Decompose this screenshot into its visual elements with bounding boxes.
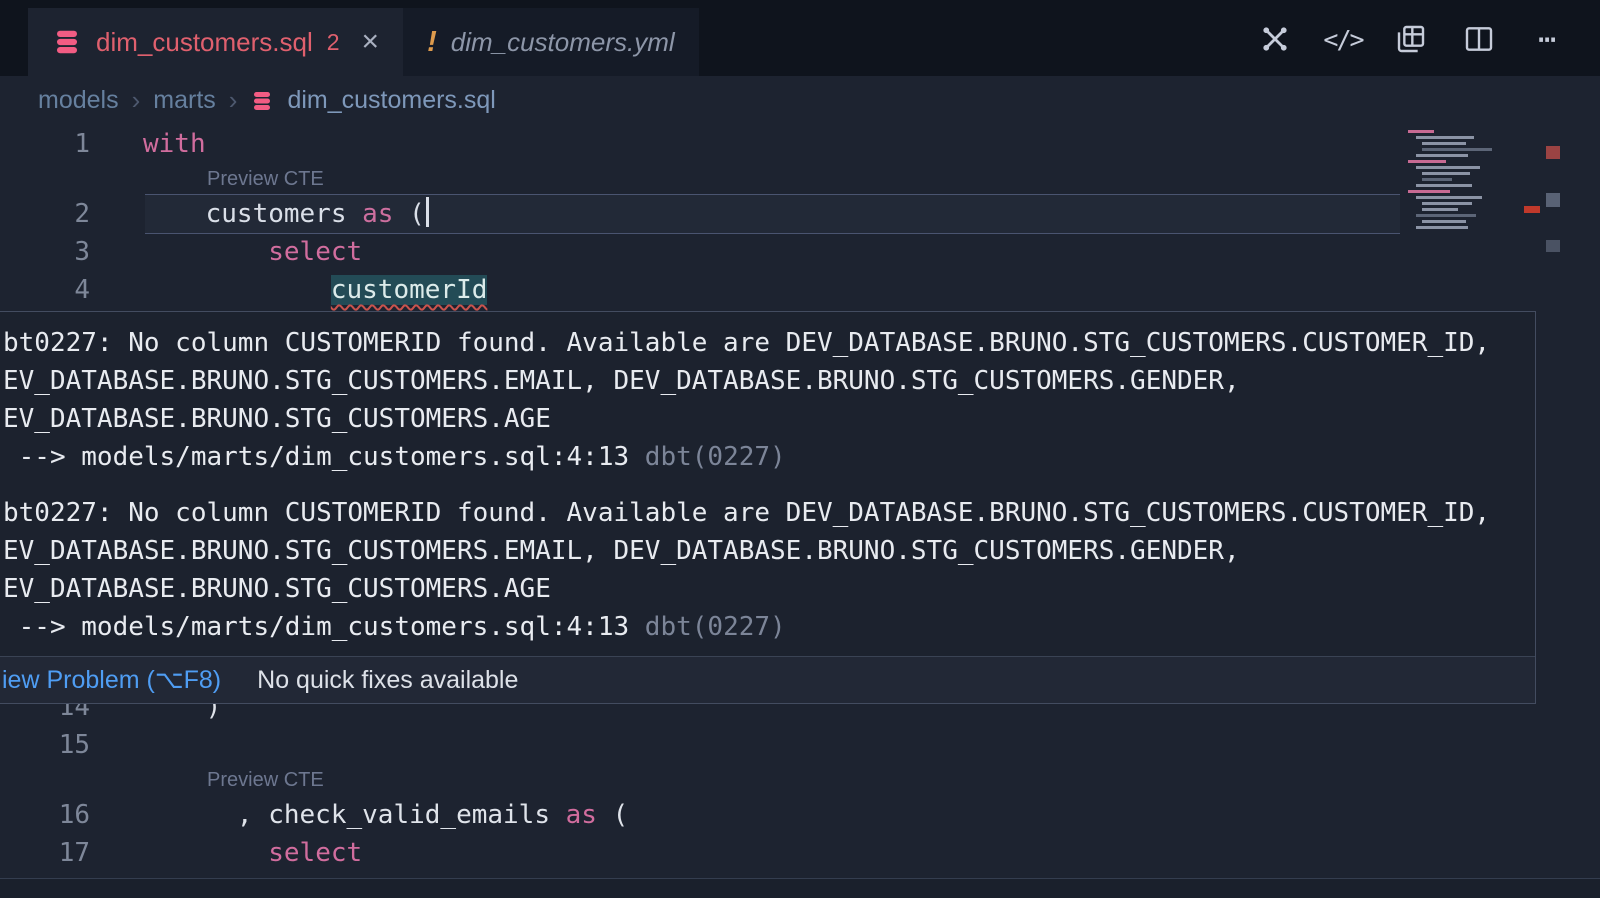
error-message-line: EV_DATABASE.BRUNO.STG_CUSTOMERS.EMAIL, D… (3, 532, 1532, 570)
breadcrumb-file[interactable]: dim_customers.sql (287, 86, 495, 115)
chevron-right-icon: › (229, 85, 238, 116)
code-line-1[interactable]: 1with (0, 125, 1600, 163)
error-location-link[interactable]: --> models/marts/dim_customers.sql:4:13 (3, 442, 645, 472)
error-code: dbt(0227) (645, 612, 786, 642)
code-text: select (90, 233, 362, 271)
overview-ruler-mark (1546, 193, 1560, 207)
line-number: 4 (0, 271, 90, 309)
code-line-17[interactable]: 17 select (0, 834, 1600, 872)
view-problem-link[interactable]: iew Problem (⌥F8) (2, 665, 221, 695)
line-number: 3 (0, 233, 90, 271)
line-number: 16 (0, 796, 90, 834)
close-icon[interactable]: × (362, 27, 380, 57)
line-number: 15 (0, 726, 90, 764)
error-code: dbt(0227) (645, 442, 786, 472)
tab-bar: dim_customers.sql 2 × ! dim_customers.ym… (0, 0, 1600, 76)
code-line-3[interactable]: 3 select (0, 233, 1600, 271)
dbt-icon[interactable] (1258, 22, 1292, 56)
editor-top-lines: 1withPreview CTE2 customers as (3 select… (0, 125, 1600, 309)
error-message-line: bt0227: No column CUSTOMERID found. Avai… (3, 494, 1532, 532)
dbt-model-icon (52, 27, 82, 57)
code-text: select (90, 834, 362, 872)
error-location-link[interactable]: --> models/marts/dim_customers.sql:4:13 (3, 612, 645, 642)
bottom-divider (0, 878, 1600, 898)
error-message-line: bt0227: No column CUSTOMERID found. Avai… (3, 324, 1532, 362)
code-line-16[interactable]: 16 , check_valid_emails as ( (0, 796, 1600, 834)
code-text: with (90, 125, 206, 163)
error-location-line: --> models/marts/dim_customers.sql:4:13 … (3, 608, 1532, 646)
error-message: bt0227: No column CUSTOMERID found. Avai… (3, 324, 1532, 476)
breadcrumb-marts[interactable]: marts (153, 86, 216, 115)
code-text: customers as ( (90, 195, 429, 233)
codelens-preview-cte[interactable]: Preview CTE (0, 163, 1600, 195)
warning-icon: ! (427, 26, 437, 59)
overview-ruler-error-mark (1546, 146, 1560, 159)
minimap[interactable] (1402, 128, 1547, 236)
no-quick-fixes-label: No quick fixes available (257, 666, 518, 695)
code-line-15[interactable]: 15 (0, 726, 1600, 764)
error-message-line: EV_DATABASE.BRUNO.STG_CUSTOMERS.AGE (3, 400, 1532, 438)
code-preview-icon[interactable]: </> (1326, 22, 1360, 56)
code-text: , check_valid_emails as ( (90, 796, 628, 834)
chevron-right-icon: › (132, 85, 141, 116)
tab-dim-customers-yml[interactable]: ! dim_customers.yml (403, 8, 699, 76)
error-location-line: --> models/marts/dim_customers.sql:4:13 … (3, 438, 1532, 476)
line-number: 17 (0, 834, 90, 872)
error-message: bt0227: No column CUSTOMERID found. Avai… (3, 494, 1532, 646)
codelens-preview-cte[interactable]: Preview CTE (0, 764, 1600, 796)
code-text (90, 726, 143, 764)
text-cursor (426, 197, 429, 227)
editor-actions: </> ⋯ (1258, 22, 1564, 56)
editor-bottom-lines: 14 )15Preview CTE16 , check_valid_emails… (0, 688, 1600, 872)
code-text: customerId (90, 271, 487, 309)
overview-ruler-mark (1546, 240, 1560, 252)
code-line-4[interactable]: 4 customerId (0, 271, 1600, 309)
error-message-line: EV_DATABASE.BRUNO.STG_CUSTOMERS.AGE (3, 570, 1532, 608)
line-number: 2 (0, 195, 90, 233)
tab-label: dim_customers.sql (96, 27, 313, 58)
tab-label: dim_customers.yml (451, 27, 675, 58)
modified-count-badge: 2 (327, 29, 340, 56)
breadcrumb: models › marts › dim_customers.sql (0, 76, 1600, 124)
dbt-model-icon (250, 87, 274, 113)
query-results-icon[interactable] (1394, 22, 1428, 56)
error-message-line: EV_DATABASE.BRUNO.STG_CUSTOMERS.EMAIL, D… (3, 362, 1532, 400)
error-hover-popup: bt0227: No column CUSTOMERID found. Avai… (0, 311, 1536, 704)
error-messages: bt0227: No column CUSTOMERID found. Avai… (0, 312, 1535, 656)
hover-footer: iew Problem (⌥F8) No quick fixes availab… (0, 656, 1535, 703)
more-actions-icon[interactable]: ⋯ (1530, 22, 1564, 56)
code-line-2[interactable]: 2 customers as ( (0, 195, 1600, 233)
tab-dim-customers-sql[interactable]: dim_customers.sql 2 × (28, 8, 403, 76)
split-editor-icon[interactable] (1462, 22, 1496, 56)
line-number: 1 (0, 125, 90, 163)
breadcrumb-models[interactable]: models (38, 86, 119, 115)
